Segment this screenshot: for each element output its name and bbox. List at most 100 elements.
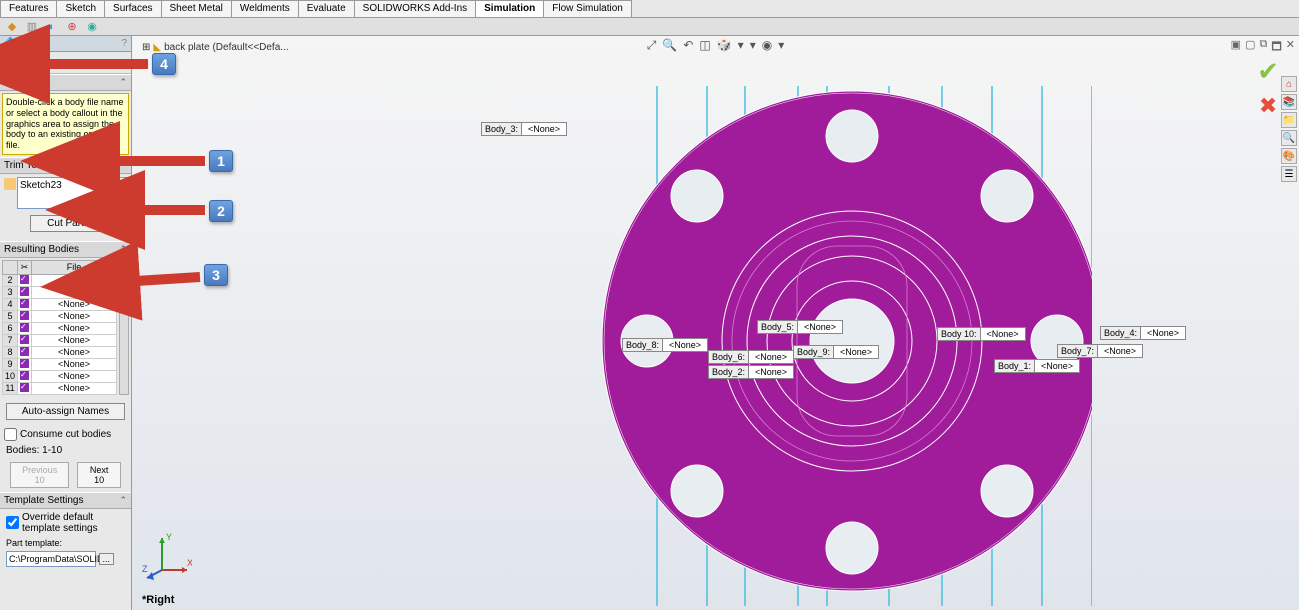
body-callout[interactable]: Body 10:<None> <box>937 327 1026 341</box>
table-row: 9<None> <box>3 358 117 370</box>
confirm-ok-icon[interactable]: ✔ <box>4 54 16 71</box>
tab-evaluate[interactable]: Evaluate <box>298 0 355 17</box>
table-row: 7<None> <box>3 334 117 346</box>
confirm-corner: ✔ ✖ <box>1257 56 1279 119</box>
section-trim-tools[interactable]: Trim Tools ⌃ <box>0 157 131 174</box>
fm-icon-1[interactable]: ◆ <box>4 19 20 35</box>
svg-text:Y: Y <box>166 532 172 542</box>
window-max-icon[interactable]: 🗖 <box>1271 38 1281 57</box>
appearance-icon[interactable]: ◉ <box>762 38 772 53</box>
display-style-icon[interactable]: ▾ <box>738 38 744 53</box>
taskpane-properties-icon[interactable]: ☰ <box>1281 166 1297 182</box>
view-orient-icon[interactable]: 🎲 <box>717 38 732 53</box>
chevron-icon: ⌃ <box>119 160 127 171</box>
part-template-label: Part template: <box>6 538 125 548</box>
body-checkbox <box>20 371 29 380</box>
tab-features[interactable]: Features <box>0 0 57 17</box>
body-callout[interactable]: Body_7:<None> <box>1057 344 1143 358</box>
auto-assign-button[interactable]: Auto-assign Names <box>6 403 125 420</box>
body-checkbox <box>20 335 29 344</box>
body-callout[interactable]: Body_2:<None> <box>708 365 794 379</box>
annotation-1: 1 <box>209 150 233 172</box>
feature-manager-icons: ◆ ▥ ◐ ⊕ ◉ <box>0 18 1299 36</box>
svg-text:X: X <box>187 558 192 568</box>
col-check[interactable]: ✂ <box>18 260 32 274</box>
window-controls: ▣ ▢ ⧉ 🗖 ✕ <box>1231 38 1295 57</box>
reject-icon[interactable]: ✖ <box>1259 93 1277 119</box>
accept-icon[interactable]: ✔ <box>1257 56 1279 87</box>
table-row: 2<None> <box>3 274 117 286</box>
section-resulting-bodies[interactable]: Resulting Bodies ⌃ <box>0 241 131 258</box>
tab-flow-simulation[interactable]: Flow Simulation <box>543 0 632 17</box>
override-label: Override default template settings <box>22 512 125 534</box>
template-header-label: Template Settings <box>4 495 84 506</box>
body-callout[interactable]: Body_1:<None> <box>994 359 1080 373</box>
body-callout[interactable]: Body_5:<None> <box>757 320 843 334</box>
taskpane-library-icon[interactable]: 📚 <box>1281 94 1297 110</box>
prev-view-icon[interactable]: ↶ <box>683 38 693 53</box>
fm-icon-4[interactable]: ⊕ <box>64 19 80 35</box>
window-min-icon[interactable]: ▢ <box>1245 38 1255 57</box>
annotation-3: 3 <box>204 264 228 286</box>
help-icon[interactable]: ? <box>121 38 127 49</box>
chevron-icon: ⌃ <box>119 244 127 255</box>
next-button[interactable]: Next 10 <box>77 462 121 488</box>
tab-surfaces[interactable]: Surfaces <box>104 0 161 17</box>
body-checkbox <box>20 359 29 368</box>
body-callout[interactable]: Body_3:<None> <box>481 122 567 136</box>
body-callout[interactable]: Body_9:<None> <box>793 345 879 359</box>
tab-sketch[interactable]: Sketch <box>56 0 105 17</box>
breadcrumb[interactable]: ⊞ ◣ back plate (Default<<Defa... <box>142 42 289 53</box>
template-path-field[interactable]: C:\ProgramData\SOLID\ <box>6 551 96 567</box>
bodies-table[interactable]: ✂ File 2<None> 3<None> 4<None> 5<None> 6… <box>2 260 117 395</box>
trim-header-label: Trim Tools <box>4 160 50 171</box>
consume-checkbox[interactable] <box>4 428 17 441</box>
zoom-area-icon[interactable]: 🔍 <box>662 38 677 53</box>
window-restore-icon[interactable]: ▣ <box>1231 38 1241 57</box>
body-checkbox <box>20 275 29 284</box>
scrollbar[interactable] <box>119 260 129 395</box>
window-tile-icon[interactable]: ⧉ <box>1259 38 1267 57</box>
tree-expand-icon[interactable]: ⊞ <box>142 42 150 53</box>
section-message[interactable]: Message ⌃ <box>0 74 131 91</box>
cut-part-button[interactable]: Cut Part <box>30 215 101 232</box>
breadcrumb-text: back plate (Default<<Defa... <box>164 42 289 53</box>
section-view-icon[interactable]: ◫ <box>699 38 710 53</box>
body-callout[interactable]: Body_6:<None> <box>708 350 794 364</box>
body-checkbox <box>20 287 29 296</box>
zoom-fit-icon[interactable]: ⤢ <box>647 38 657 53</box>
task-pane: ⌂ 📚 📁 🔍 🎨 ☰ <box>1281 76 1297 182</box>
tab-addins[interactable]: SOLIDWORKS Add-Ins <box>354 0 476 17</box>
feature-title-bar: 🔷 Split1 ? <box>0 36 131 52</box>
table-row: 6<None> <box>3 322 117 334</box>
orientation-triad[interactable]: X Y Z <box>142 530 192 580</box>
body-checkbox <box>20 347 29 356</box>
bodies-range-label: Bodies: 1-10 <box>0 443 131 458</box>
window-close-icon[interactable]: ✕ <box>1286 38 1295 57</box>
table-row: 8<None> <box>3 346 117 358</box>
trim-selection-box[interactable]: Sketch23 <box>17 177 128 209</box>
hide-show-icon[interactable]: ▾ <box>750 38 756 53</box>
fm-icon-2[interactable]: ▥ <box>24 19 40 35</box>
body-callout[interactable]: Body_4:<None> <box>1100 326 1186 340</box>
fm-icon-3[interactable]: ◐ <box>44 19 60 35</box>
taskpane-explorer-icon[interactable]: 📁 <box>1281 112 1297 128</box>
resulting-header-label: Resulting Bodies <box>4 244 79 255</box>
tab-weldments[interactable]: Weldments <box>231 0 299 17</box>
sketch-icon <box>4 178 16 190</box>
taskpane-appearance-icon[interactable]: 🎨 <box>1281 148 1297 164</box>
tab-sheet-metal[interactable]: Sheet Metal <box>161 0 232 17</box>
table-row: 3<None> <box>3 286 117 298</box>
body-callout[interactable]: Body_8:<None> <box>622 338 708 352</box>
taskpane-view-icon[interactable]: 🔍 <box>1281 130 1297 146</box>
scene-icon[interactable]: ▾ <box>778 38 784 53</box>
taskpane-home-icon[interactable]: ⌂ <box>1281 76 1297 92</box>
tab-simulation[interactable]: Simulation <box>475 0 544 17</box>
fm-icon-5[interactable]: ◉ <box>84 19 100 35</box>
confirm-cancel-icon[interactable]: ✖ <box>20 54 32 71</box>
section-template[interactable]: Template Settings ⌃ <box>0 492 131 509</box>
override-checkbox[interactable] <box>6 516 19 529</box>
feature-title: Split1 <box>19 38 44 49</box>
browse-button[interactable]: ... <box>99 553 115 565</box>
graphics-viewport[interactable]: ⊞ ◣ back plate (Default<<Defa... ⤢ 🔍 ↶ ◫… <box>132 36 1299 610</box>
